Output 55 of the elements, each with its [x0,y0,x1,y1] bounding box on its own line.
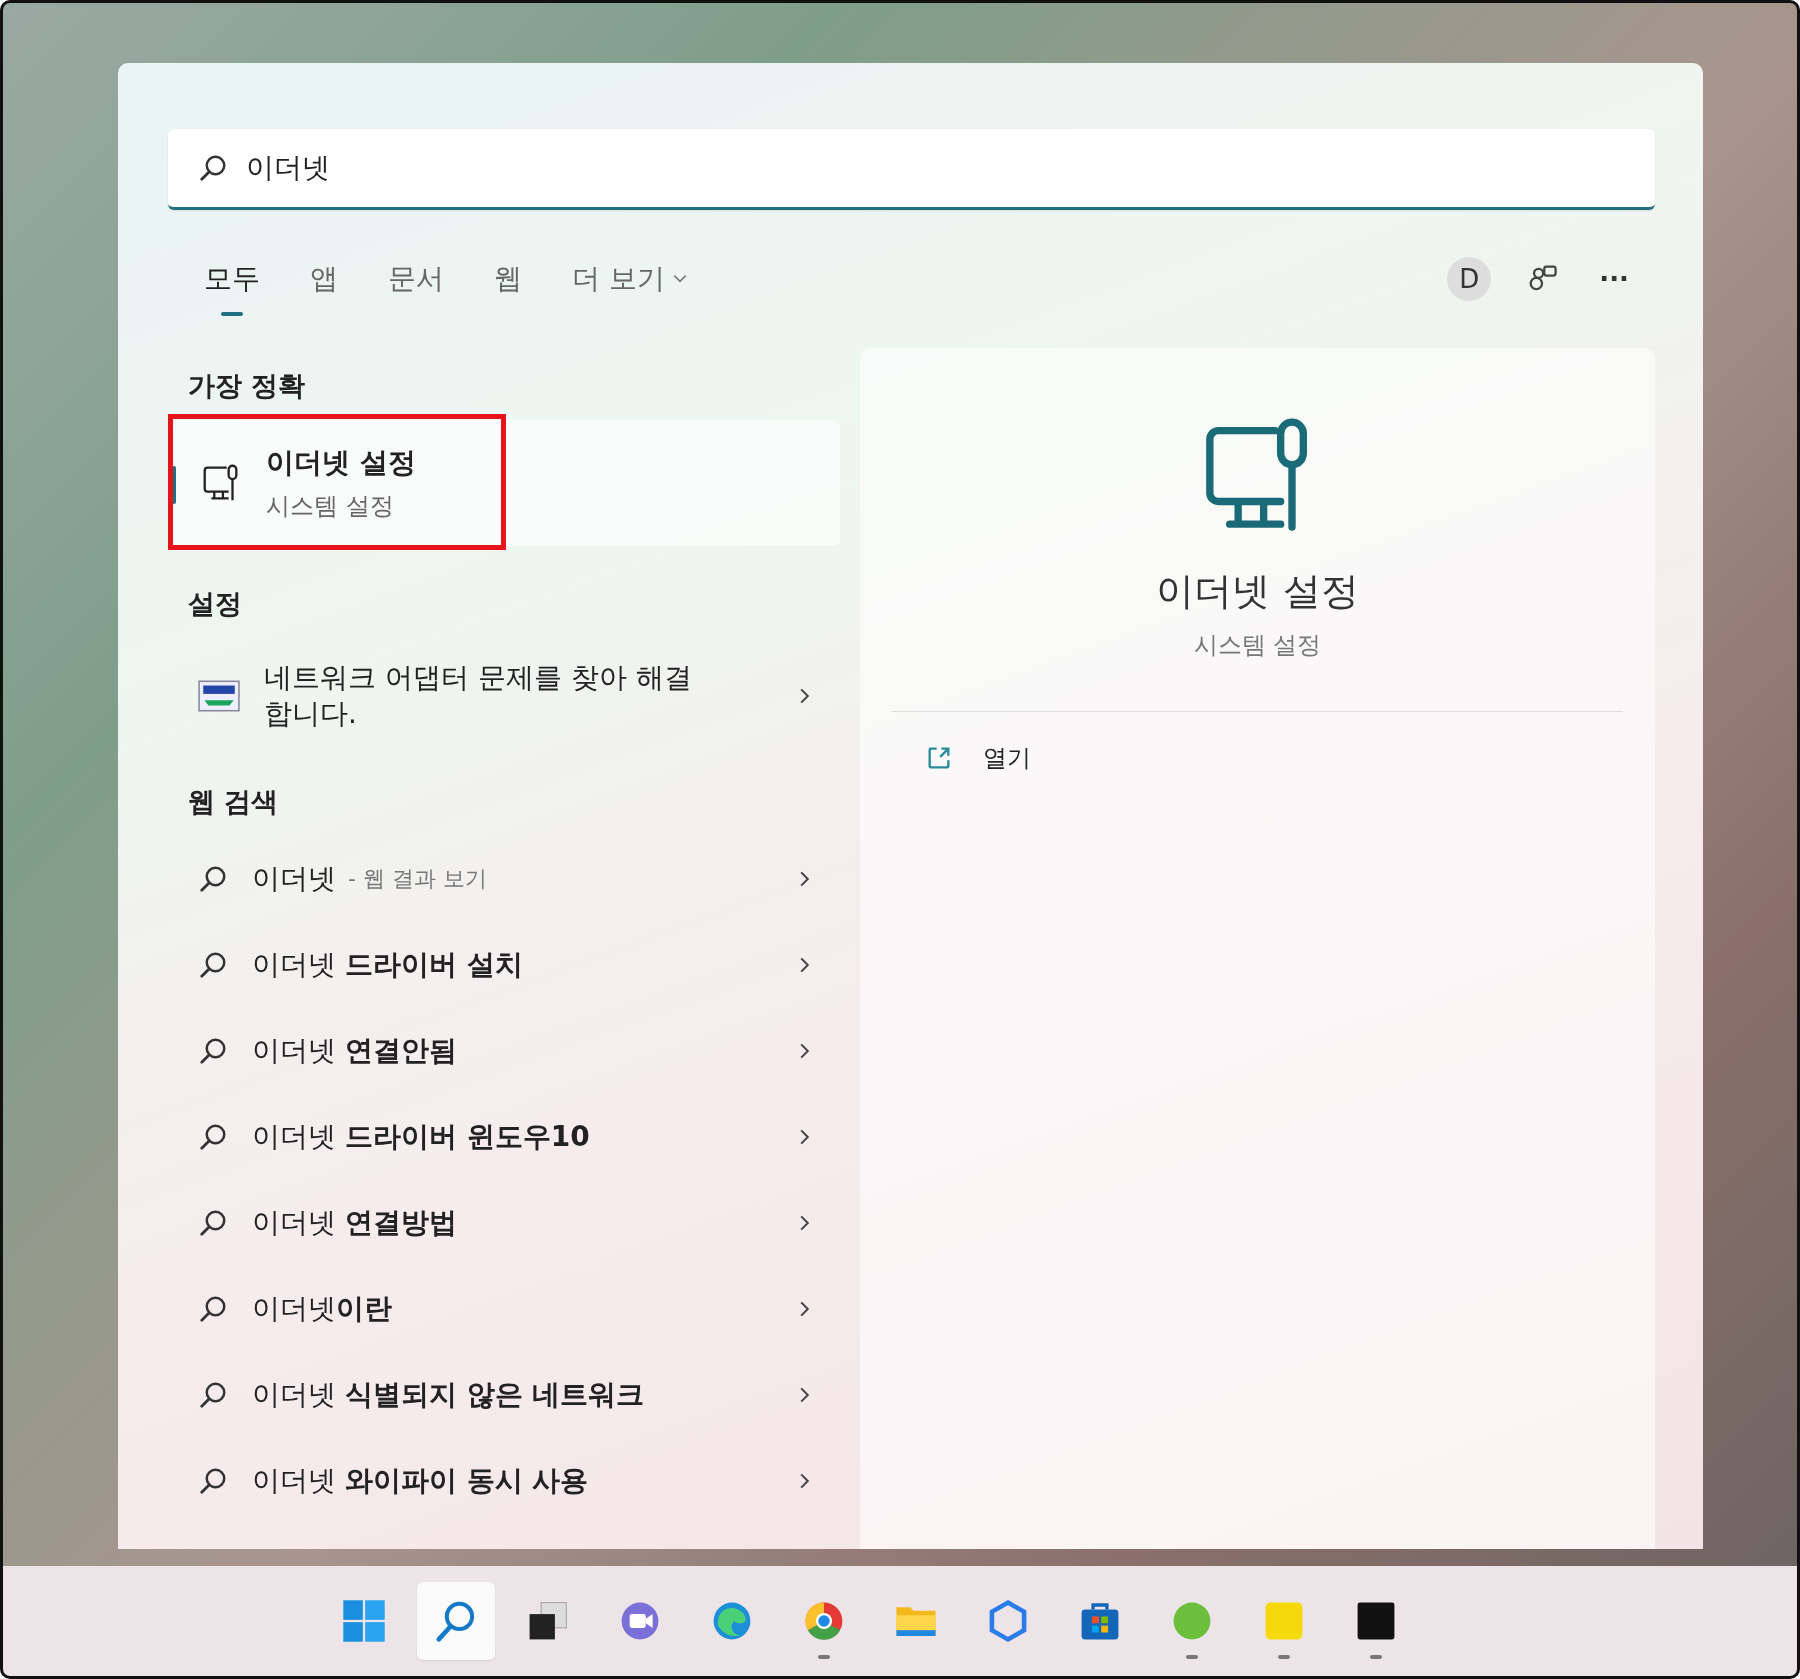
web-result[interactable]: 이더넷 연결안됨 [168,1008,840,1094]
result-subtitle: 시스템 설정 [266,491,395,522]
web-result[interactable]: 이더넷 연결방법 [168,1180,840,1266]
chevron-icon [799,687,810,705]
result-text: 이더넷 연결방법 [252,1205,457,1241]
preview-title: 이더넷 설정 [1156,568,1359,615]
result-text: 이더넷 드라이버 윈도우10 [252,1119,590,1155]
search-icon [198,1294,228,1324]
filter-tab[interactable]: 앱 [294,252,354,320]
result-title: 이더넷 설정 [266,445,416,481]
result-text: 이더넷 [252,861,336,897]
web-result[interactable]: 이더넷 드라이버 설치 [168,922,840,1008]
filter-tab[interactable]: 웹 [478,252,538,320]
search-icon [198,950,228,980]
section-heading: 웹 검색 [187,785,280,819]
section-heading: 설정 [187,587,243,621]
web-result[interactable]: 이더넷이란 [168,1266,840,1352]
network-adapter-icon [198,679,240,713]
result-text: 이더넷 식별되지 않은 네트워크 [252,1377,645,1413]
chevron-icon [799,1300,810,1318]
chevron-icon [799,1128,810,1146]
more-button[interactable]: ··· [1593,263,1635,295]
account-avatar[interactable]: D [1447,257,1492,301]
search-icon [198,153,228,183]
filter-tab[interactable]: 모두 [188,252,276,320]
search-icon [198,1208,228,1238]
section-heading: 가장 정확 [187,369,307,403]
web-result[interactable]: 이더넷 와이파이 동시 사용 [168,1438,840,1524]
result-text: 이더넷 와이파이 동시 사용 [252,1463,589,1499]
search-icon [198,1036,228,1066]
preview-subtitle: 시스템 설정 [1193,630,1322,661]
web-result[interactable]: 이더넷 - 웹 결과 보기 [168,836,840,922]
result-text: 이더넷이란 [252,1291,392,1327]
result-text: 이더넷 연결안됨 [252,1033,457,1069]
result-hint: - 웹 결과 보기 [348,865,487,893]
search-icon [198,1380,228,1410]
search-icon [198,1466,228,1496]
search-field[interactable]: 이더넷 [168,129,1655,210]
chevron-icon [799,1386,810,1404]
result-text: 이더넷 드라이버 설치 [252,947,523,983]
web-result[interactable]: 이더넷 드라이버 윈도우10 [168,1094,840,1180]
chevron-icon [799,1472,810,1490]
chevron-icon [799,956,810,974]
filter-tab[interactable]: 더 보기 [556,252,703,320]
chevron-icon [799,1214,810,1232]
search-icon [198,1122,228,1152]
windows-logo-icon [341,1598,387,1644]
web-result[interactable]: 이더넷 식별되지 않은 네트워크 [168,1352,840,1438]
chevron-down-icon [672,274,687,284]
open-action[interactable]: 열기 [915,732,1041,784]
chevron-icon [799,870,810,888]
chevron-icon [799,1042,810,1060]
search-icon [198,864,228,894]
settings-result[interactable]: 네트워크 어댑터 문제를 찾아 해결합니다. [168,638,840,754]
filter-tab[interactable]: 문서 [372,252,460,320]
